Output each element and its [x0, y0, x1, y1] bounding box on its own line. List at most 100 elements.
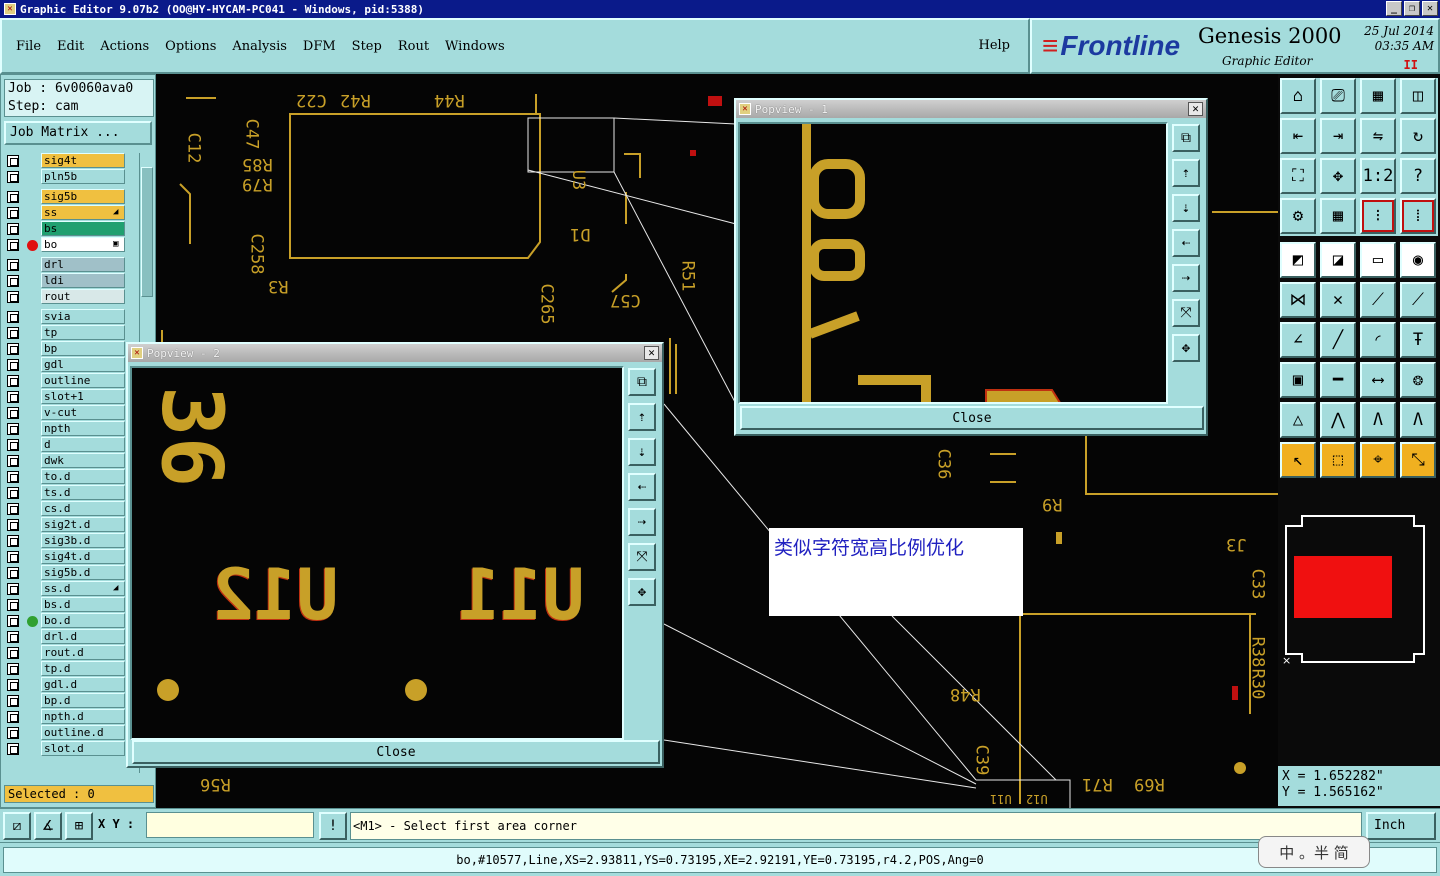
layer-name[interactable]: sig2t.d [41, 517, 125, 532]
layer-name[interactable]: bs.d [41, 597, 125, 612]
layer-checkbox[interactable] [7, 275, 19, 287]
layer-name[interactable]: d [41, 437, 125, 452]
layer-checkbox[interactable] [7, 679, 19, 691]
layers-config-icon[interactable]: ⁞ [1400, 198, 1436, 234]
layer-checkbox[interactable] [7, 727, 19, 739]
layer-checkbox[interactable] [7, 535, 19, 547]
popview-1-titlebar[interactable]: ✕ Popview - 1 ✕ [736, 100, 1206, 118]
layer-name[interactable]: ts.d [41, 485, 125, 500]
menu-edit[interactable]: Edit [57, 39, 84, 54]
popview-2-canvas[interactable]: 36 U12 U11 [130, 366, 624, 740]
layer-row-bs[interactable]: bs [5, 221, 127, 237]
layer-checkbox[interactable] [7, 519, 19, 531]
close-window-button[interactable]: ✕ [1422, 1, 1438, 16]
layer-name[interactable]: slot+1 [41, 389, 125, 404]
layer-name[interactable]: sig3b.d [41, 533, 125, 548]
units-select[interactable]: Inch [1366, 812, 1436, 840]
popview-1-zoom-in-icon[interactable]: ⤧ [1172, 299, 1200, 327]
layer-row-drl[interactable]: drl [5, 257, 127, 273]
line-node-red-icon[interactable]: ⟋ [1400, 282, 1436, 318]
layer-name[interactable]: npth.d [41, 709, 125, 724]
layer-row-outline-d[interactable]: outline.d [5, 725, 127, 741]
layer-row-rout-d[interactable]: rout.d [5, 645, 127, 661]
layer-checkbox[interactable] [7, 239, 19, 251]
layer-row-sig3b-d[interactable]: sig3b.d [5, 533, 127, 549]
popview-2-close-icon[interactable]: ✕ [644, 346, 659, 360]
select-pointer-icon[interactable]: ↖ [1280, 442, 1316, 478]
layer-checkbox[interactable] [7, 191, 19, 203]
arch-icon[interactable]: Ʌ [1360, 402, 1396, 438]
popview-1-close-button[interactable]: Close [740, 406, 1204, 430]
line-node-icon[interactable]: ⟋ [1360, 282, 1396, 318]
layer-row-tp-d[interactable]: tp.d [5, 661, 127, 677]
layer-name[interactable]: bp [41, 341, 125, 356]
layer-checkbox[interactable] [7, 455, 19, 467]
layer-row-sig5b-d[interactable]: sig5b.d [5, 565, 127, 581]
layer-name[interactable]: dwk [41, 453, 125, 468]
layers-display-icon[interactable]: ⁝ [1360, 198, 1396, 234]
menu-analysis[interactable]: Analysis [232, 39, 287, 54]
layer-checkbox[interactable] [7, 223, 19, 235]
layer-name[interactable]: drl.d [41, 629, 125, 644]
zoom-center-icon[interactable]: ✥ [1320, 158, 1356, 194]
redraw-icon[interactable]: ↻ [1400, 118, 1436, 154]
layer-name[interactable]: drl [41, 257, 125, 272]
layer-row-svia[interactable]: svia [5, 309, 127, 325]
overview-map[interactable]: × [1278, 504, 1440, 684]
layer-name[interactable]: v-cut [41, 405, 125, 420]
layer-name[interactable]: sig4t.d [41, 549, 125, 564]
layer-checkbox[interactable] [7, 583, 19, 595]
layout-icon[interactable]: ◫ [1400, 78, 1436, 114]
layer-checkbox[interactable] [7, 407, 19, 419]
popview-2-pan-down-icon[interactable]: ⇣ [628, 438, 656, 466]
layer-checkbox[interactable] [7, 711, 19, 723]
popview-2-window[interactable]: ✕ Popview - 2 ✕ 36 U12 U11 ⧉ ⇡ ⇣ ⇠ ⇢ ⤧ ✥… [126, 342, 664, 768]
popview-2-zoom-in-icon[interactable]: ⤧ [628, 543, 656, 571]
layer-row-ss-d[interactable]: ss.d ◢ [5, 581, 127, 597]
snap-mode-icon[interactable]: ⧄ [3, 812, 31, 840]
layer-checkbox[interactable] [7, 311, 19, 323]
edit-feature-icon[interactable]: ◪ [1320, 242, 1356, 278]
text-icon[interactable]: Ŧ [1400, 322, 1436, 358]
zoom-fit-icon[interactable]: ⛶ [1280, 158, 1316, 194]
layer-name[interactable]: bp.d [41, 693, 125, 708]
maximize-button[interactable]: ❐ [1404, 1, 1420, 16]
layer-checkbox[interactable] [7, 155, 19, 167]
layer-name[interactable]: cs.d [41, 501, 125, 516]
popview-1-pan-down-icon[interactable]: ⇣ [1172, 194, 1200, 222]
layer-row-to-d[interactable]: to.d [5, 469, 127, 485]
arc-icon[interactable]: ◜ [1360, 322, 1396, 358]
layer-row-ss[interactable]: ss ◢ [5, 205, 127, 221]
dimension-icon[interactable]: ⟷ [1360, 362, 1396, 398]
layer-name[interactable]: bo.d [41, 613, 125, 628]
info-icon[interactable]: ! [319, 812, 347, 840]
layer-row-npth-d[interactable]: npth.d [5, 709, 127, 725]
layer-row-npth[interactable]: npth [5, 421, 127, 437]
menu-windows[interactable]: Windows [445, 39, 505, 54]
layer-name[interactable]: tp [41, 325, 125, 340]
home-icon[interactable]: ⌂ [1280, 78, 1316, 114]
layer-row-bp[interactable]: bp [5, 341, 127, 357]
layer-row-d[interactable]: d [5, 437, 127, 453]
diagonal-icon[interactable]: ╱ [1320, 322, 1356, 358]
app-icon[interactable]: ✕ [4, 3, 16, 15]
layer-row-cs-d[interactable]: cs.d [5, 501, 127, 517]
pause-icon[interactable]: II [1404, 58, 1418, 72]
layer-name[interactable]: pln5b [41, 169, 125, 184]
job-matrix-button[interactable]: Job Matrix ... [4, 121, 152, 145]
layer-name[interactable]: svia [41, 309, 125, 324]
connect-icon[interactable]: ⋈ [1280, 282, 1316, 318]
layer-row-bo[interactable]: bo ▣ [5, 237, 127, 253]
layer-name[interactable]: bs [41, 221, 125, 236]
layer-name[interactable]: gdl [41, 357, 125, 372]
layer-checkbox[interactable] [7, 615, 19, 627]
layer-checkbox[interactable] [7, 291, 19, 303]
layer-row-sig4t-d[interactable]: sig4t.d [5, 549, 127, 565]
minimize-button[interactable]: _ [1386, 1, 1402, 16]
layer-checkbox[interactable] [7, 471, 19, 483]
grid-icon[interactable]: ▦ [1320, 198, 1356, 234]
popview-2-titlebar[interactable]: ✕ Popview - 2 ✕ [128, 344, 662, 362]
layer-checkbox[interactable] [7, 599, 19, 611]
snap-icon[interactable]: ✕ [1320, 282, 1356, 318]
select-route-icon[interactable]: ⤡ [1400, 442, 1436, 478]
